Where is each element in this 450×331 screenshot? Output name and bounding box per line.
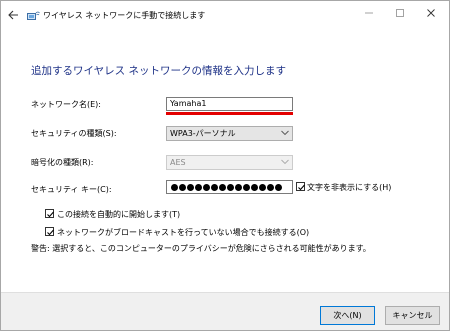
network-name-label: ネットワーク名(E): [31,100,101,109]
maximize-icon[interactable] [385,5,415,21]
network-name-input[interactable]: Yamaha1 [166,97,293,111]
network-icon [27,10,40,21]
masked-character [219,183,226,191]
wireless-setup-dialog: ワイヤレス ネットワークに手動で接続します 追加するワイヤレス ネットワークの情… [0,0,450,331]
next-button[interactable]: 次へ(N) [320,306,375,325]
masked-character [251,183,258,191]
masked-character [235,183,242,191]
dialog-footer: 次へ(N) キャンセル [1,292,449,330]
highlight-underline [166,112,293,115]
cancel-button[interactable]: キャンセル [385,306,440,325]
auto-connect-label: この接続を自動的に開始します(T) [57,210,181,219]
encryption-type-label: 暗号化の種類(R): [31,158,94,167]
close-icon[interactable] [416,5,446,21]
back-arrow-icon[interactable] [7,9,19,21]
encryption-type-select: AES [166,155,293,170]
masked-character [187,183,194,191]
hide-characters-checkbox[interactable] [296,182,305,191]
masked-character [267,183,274,191]
check-icon [47,211,54,218]
security-type-label: セキュリティの種類(S): [31,129,117,138]
masked-character [179,183,186,191]
chevron-down-icon [281,159,289,165]
masked-character [171,183,178,191]
privacy-warning: 警告: 選択すると、このコンピューターのプライバシーが危険にさらされる可能性があ… [31,244,371,253]
masked-character [243,183,250,191]
window-title: ワイヤレス ネットワークに手動で接続します [43,11,206,20]
masked-character [227,183,234,191]
masked-character [275,183,282,191]
hide-characters-label: 文字を非表示にする(H) [307,183,392,192]
broadcast-checkbox[interactable] [45,227,54,236]
chevron-down-icon [281,130,289,136]
security-type-select[interactable]: WPA3-パーソナル [166,126,293,141]
security-key-input[interactable] [166,180,293,194]
masked-character [259,183,266,191]
broadcast-label: ネットワークがブロードキャストを行っていない場合でも接続する(O) [57,228,310,237]
masked-character [211,183,218,191]
masked-character [203,183,210,191]
check-icon [298,184,305,191]
page-heading: 追加するワイヤレス ネットワークの情報を入力します [31,65,287,77]
minimize-icon[interactable] [354,5,384,21]
title-bar: ワイヤレス ネットワークに手動で接続します [1,1,449,29]
encryption-type-value: AES [170,158,186,167]
security-type-value: WPA3-パーソナル [170,129,236,138]
masked-character [195,183,202,191]
security-key-label: セキュリティ キー(C): [31,185,112,194]
check-icon [47,229,54,236]
auto-connect-checkbox[interactable] [45,209,54,218]
